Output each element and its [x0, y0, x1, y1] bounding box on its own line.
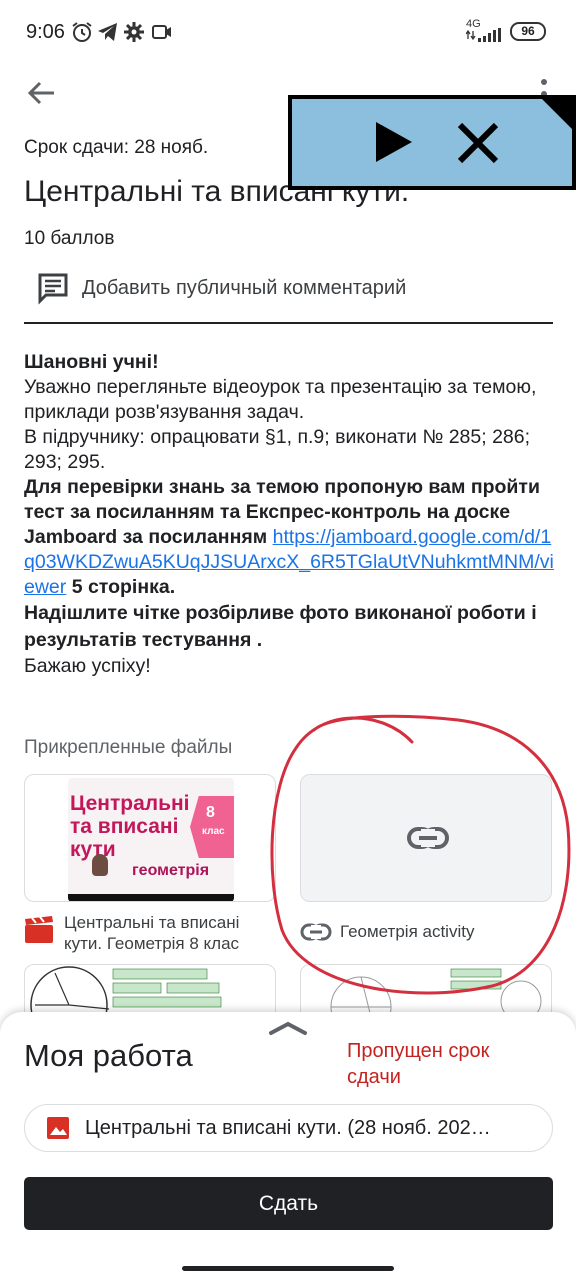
attachment-card-video[interactable]: Центральні та вписані кути 8 клас геомет…: [24, 774, 276, 902]
thumbnail-subject: геометрія: [132, 862, 210, 879]
my-work-sheet: Моя работа Пропущен срок сдачи Центральн…: [0, 1012, 576, 1280]
attachment-name: Геометрія activity: [340, 922, 475, 941]
video-camera-icon: [152, 25, 171, 39]
settings-gear-icon: [124, 22, 144, 42]
status-time: 9:06: [26, 21, 65, 43]
chevron-up-icon[interactable]: [268, 1020, 308, 1036]
video-thumbnail: Центральні та вписані кути 8 клас геомет…: [68, 778, 234, 901]
submit-button[interactable]: Сдать: [24, 1177, 553, 1230]
link-icon: [300, 923, 332, 941]
my-work-title: Моя работа: [24, 1038, 193, 1073]
add-comment-button[interactable]: Добавить публичный комментарий: [36, 270, 406, 306]
submitted-file-name: Центральні та вписані кути. (28 нояб. 20…: [85, 1116, 491, 1139]
attachment-file-link[interactable]: Геометрія activity: [300, 920, 474, 944]
image-file-icon: [47, 1117, 69, 1139]
instruction-line: Уважно перегляньте відеоурок та презента…: [24, 376, 537, 423]
points: 10 баллов: [24, 228, 115, 249]
resize-corner-icon[interactable]: [540, 97, 574, 131]
instruction-send: Надішлите чітке розбірливе фото виконано…: [24, 602, 537, 651]
instruction-line: В підручнику: опрацювати §1, п.9; викона…: [24, 426, 531, 473]
attachments-label: Прикрепленные файлы: [24, 737, 233, 758]
alarm-icon: [72, 22, 92, 42]
add-comment-label: Добавить публичный комментарий: [82, 276, 407, 299]
close-icon[interactable]: [456, 121, 500, 165]
divider: [24, 322, 553, 324]
floating-player[interactable]: [288, 95, 576, 190]
attachment-card-link[interactable]: [300, 774, 552, 902]
back-arrow-icon[interactable]: [24, 76, 58, 110]
grade-number: 8: [206, 804, 215, 821]
attachment-name: Центральні та вписані кути. Геометрія 8 …: [64, 913, 240, 953]
video-clapper-icon: [25, 916, 53, 943]
instruction-page: 5 сторінка.: [66, 576, 176, 598]
instructions: Шановні учні! Уважно перегляньте відеоур…: [24, 350, 554, 679]
instruction-wish: Бажаю успіху!: [24, 655, 151, 677]
greeting: Шановні учні!: [24, 351, 159, 373]
status-bar: 9:06 4G 96: [0, 0, 576, 64]
gesture-nav-bar[interactable]: [182, 1266, 394, 1271]
due-date: Срок сдачи: 28 нояб.: [24, 137, 209, 158]
thumbnail-title: Центральні та вписані кути: [70, 792, 190, 861]
presenter-image: [92, 854, 108, 876]
thumbnail-bar: [68, 894, 234, 901]
submitted-file-chip[interactable]: Центральні та вписані кути. (28 нояб. 20…: [24, 1104, 553, 1152]
grade-label: клас: [202, 826, 225, 837]
battery-indicator: 96: [510, 22, 546, 41]
play-icon[interactable]: [370, 119, 416, 165]
telegram-icon: [98, 23, 117, 41]
status-missed: Пропущен срок сдачи: [347, 1040, 490, 1088]
link-icon: [407, 827, 449, 849]
signal-icon: 4G: [466, 18, 504, 44]
comment-icon: [38, 273, 68, 305]
grade-badge: 8 клас: [190, 796, 234, 858]
